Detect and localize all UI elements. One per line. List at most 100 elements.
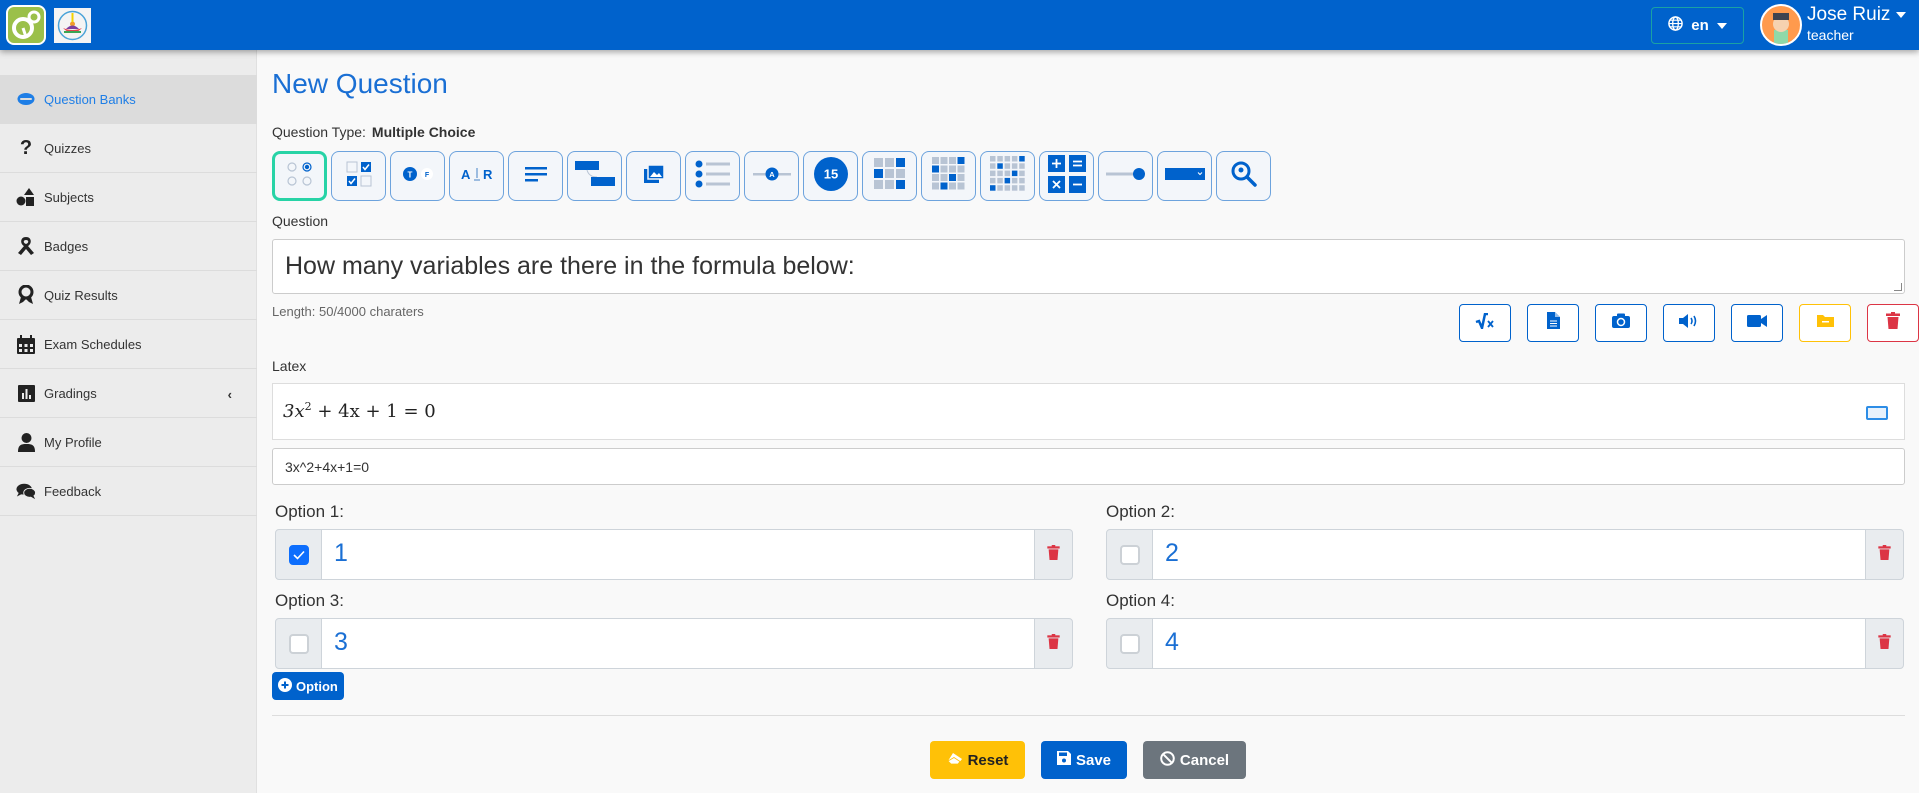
question-icon: ? — [19, 136, 33, 159]
sidebar-item-question-banks[interactable]: Question Banks — [0, 75, 257, 124]
school-logo — [54, 8, 91, 43]
sidebar-item-label: Quizzes — [44, 140, 91, 156]
option-input[interactable]: 1 — [322, 529, 1034, 580]
delete-media-button[interactable] — [1867, 304, 1919, 342]
sidebar: Question Banks ? Quizzes Subjects Badges… — [0, 50, 257, 793]
language-dropdown[interactable]: en — [1651, 7, 1744, 44]
type-multiple-choice-button[interactable] — [272, 151, 327, 201]
insert-image-button[interactable] — [1595, 304, 1647, 342]
option-row: 3 — [275, 618, 1073, 669]
award-icon — [16, 285, 36, 305]
caret-down-icon — [1896, 12, 1907, 18]
correct-checkbox[interactable] — [1119, 633, 1140, 654]
latex-source-input[interactable]: 3x^2+4x+1=0 — [272, 448, 1905, 485]
delete-option-button[interactable] — [1034, 529, 1073, 580]
option-input[interactable]: 4 — [1153, 618, 1865, 669]
cancel-button[interactable]: Cancel — [1143, 741, 1246, 779]
document-icon — [1546, 312, 1560, 334]
question-type-toolbar: TF AR A 15 — [272, 151, 1271, 201]
question-type-label: Question Type: — [272, 124, 366, 140]
type-slider-button[interactable] — [1098, 151, 1153, 201]
type-math-operators-button[interactable] — [1039, 151, 1094, 201]
grid-3x3-icon — [874, 158, 905, 194]
delete-option-button[interactable] — [1865, 618, 1904, 669]
type-multiple-response-button[interactable] — [331, 151, 386, 201]
save-button[interactable]: Save — [1041, 741, 1127, 779]
delete-option-button[interactable] — [1034, 618, 1073, 669]
type-image-choice-button[interactable] — [626, 151, 681, 201]
sidebar-nav: Question Banks ? Quizzes Subjects Badges… — [0, 75, 257, 516]
option-check-cell — [275, 618, 322, 669]
option-input[interactable]: 2 — [1153, 529, 1865, 580]
delete-option-button[interactable] — [1865, 529, 1904, 580]
type-ordering-button[interactable] — [567, 151, 622, 201]
correct-checkbox[interactable] — [288, 544, 309, 565]
resize-handle[interactable] — [1894, 283, 1902, 291]
grid-4x4-icon — [932, 157, 965, 195]
type-slider-label-button[interactable]: A — [744, 151, 799, 201]
sidebar-item-my-profile[interactable]: My Profile — [0, 418, 257, 467]
divider — [272, 715, 1905, 716]
add-option-button[interactable]: Option — [272, 672, 344, 700]
question-textarea[interactable]: How many variables are there in the form… — [272, 239, 1905, 294]
insert-document-button[interactable] — [1527, 304, 1579, 342]
caret-down-icon — [1716, 22, 1727, 29]
question-label: Question — [272, 213, 329, 229]
ribbon-icon — [16, 236, 36, 256]
search-icon — [1231, 161, 1257, 192]
sidebar-item-badges[interactable]: Badges — [0, 222, 257, 271]
number-badge-icon: 15 — [813, 156, 849, 197]
correct-checkbox[interactable] — [288, 633, 309, 654]
keyboard-icon[interactable] — [1866, 406, 1888, 420]
latex-preview[interactable]: 3x2 + 4x + 1 = 0 — [272, 383, 1905, 440]
insert-audio-button[interactable] — [1663, 304, 1715, 342]
type-true-false-button[interactable]: TF — [390, 151, 445, 201]
latex-coef: 3x — [283, 401, 305, 422]
type-matching-button[interactable]: AR — [449, 151, 504, 201]
app-logo[interactable] — [6, 5, 46, 45]
globe-icon — [1668, 16, 1684, 35]
svg-text:R: R — [483, 167, 493, 182]
type-numeric-button[interactable]: 15 — [803, 151, 858, 201]
ordering-icon — [574, 159, 615, 194]
form-actions: Reset Save Cancel — [930, 741, 1246, 779]
sidebar-item-exam-schedules[interactable]: Exam Schedules — [0, 320, 257, 369]
video-icon — [1747, 314, 1767, 333]
open-folder-button[interactable] — [1799, 304, 1851, 342]
type-dropdown-button[interactable] — [1157, 151, 1212, 201]
option-input[interactable]: 3 — [322, 618, 1034, 669]
type-list-ordering-button[interactable] — [685, 151, 740, 201]
sidebar-item-subjects[interactable]: Subjects — [0, 173, 257, 222]
question-type-value: Multiple Choice — [371, 124, 476, 140]
add-option-label: Option — [296, 678, 338, 694]
sidebar-item-quiz-results[interactable]: Quiz Results — [0, 271, 257, 320]
sidebar-item-quizzes[interactable]: ? Quizzes — [0, 124, 257, 173]
option-row: 2 — [1106, 529, 1904, 580]
sidebar-item-label: Quiz Results — [44, 287, 118, 303]
latex-exponent: 2 — [304, 400, 312, 413]
save-label: Save — [1075, 751, 1112, 769]
insert-video-button[interactable] — [1731, 304, 1783, 342]
sidebar-item-feedback[interactable]: Feedback — [0, 467, 257, 516]
question-text: How many variables are there in the form… — [285, 252, 855, 280]
type-grid-4x4-button[interactable] — [921, 151, 976, 201]
page-title: New Question — [272, 68, 448, 99]
plus-circle-icon — [278, 677, 292, 695]
type-hotspot-button[interactable] — [1216, 151, 1271, 201]
correct-checkbox[interactable] — [1119, 544, 1140, 565]
volume-icon — [1679, 313, 1699, 334]
chevron-left-icon[interactable]: ‹ — [228, 387, 232, 402]
type-grid-3x3-button[interactable] — [862, 151, 917, 201]
folder-icon — [1816, 314, 1834, 332]
sidebar-item-gradings[interactable]: Gradings ‹ — [0, 369, 257, 418]
user-avatar[interactable] — [1760, 4, 1802, 46]
user-menu[interactable]: Jose Ruiz — [1807, 4, 1907, 26]
type-short-answer-button[interactable] — [508, 151, 563, 201]
insert-formula-button[interactable] — [1459, 304, 1511, 342]
matching-icon: AR — [459, 166, 495, 187]
reset-button[interactable]: Reset — [930, 741, 1025, 779]
option-row: 1 — [275, 529, 1073, 580]
option-check-cell — [275, 529, 322, 580]
type-grid-5x5-button[interactable] — [980, 151, 1035, 201]
grid-5x5-icon — [990, 156, 1025, 196]
